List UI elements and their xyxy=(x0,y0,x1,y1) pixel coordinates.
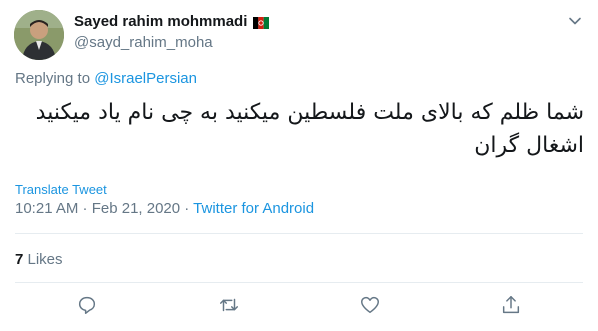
translate-tweet-link[interactable]: Translate Tweet xyxy=(15,182,107,197)
likes-count[interactable]: 7 Likes xyxy=(15,251,63,268)
user-handle[interactable]: @sayd_rahim_moha xyxy=(74,34,213,51)
display-name[interactable]: Sayed rahim mohmmadi xyxy=(74,13,247,30)
afghanistan-flag-icon xyxy=(253,16,270,29)
reply-icon[interactable] xyxy=(76,294,98,316)
tweet-text: شما ظلم که بالای ملت فلسطین میکنید به چی… xyxy=(15,96,584,162)
share-icon[interactable] xyxy=(500,294,522,316)
tweet-text-line: شما ظلم که بالای ملت فلسطین میکنید به چی… xyxy=(35,100,584,125)
divider xyxy=(15,282,583,283)
avatar[interactable] xyxy=(14,10,64,60)
divider xyxy=(15,233,583,234)
tweet-text-line: اشغال گران xyxy=(474,133,584,158)
mention-link[interactable]: @IsraelPersian xyxy=(94,70,197,87)
source-link[interactable]: Twitter for Android xyxy=(193,200,314,217)
retweet-icon[interactable] xyxy=(218,294,240,316)
replying-to: Replying to @IsraelPersian xyxy=(15,70,197,87)
chevron-down-icon[interactable] xyxy=(566,12,584,30)
tweet-meta: 10:21 AM · Feb 21, 2020 · Twitter for An… xyxy=(15,200,314,217)
likes-label: Likes xyxy=(23,251,63,268)
heart-icon[interactable] xyxy=(359,294,381,316)
timestamp[interactable]: 10:21 AM · Feb 21, 2020 · xyxy=(15,200,193,217)
replying-prefix: Replying to xyxy=(15,70,95,87)
